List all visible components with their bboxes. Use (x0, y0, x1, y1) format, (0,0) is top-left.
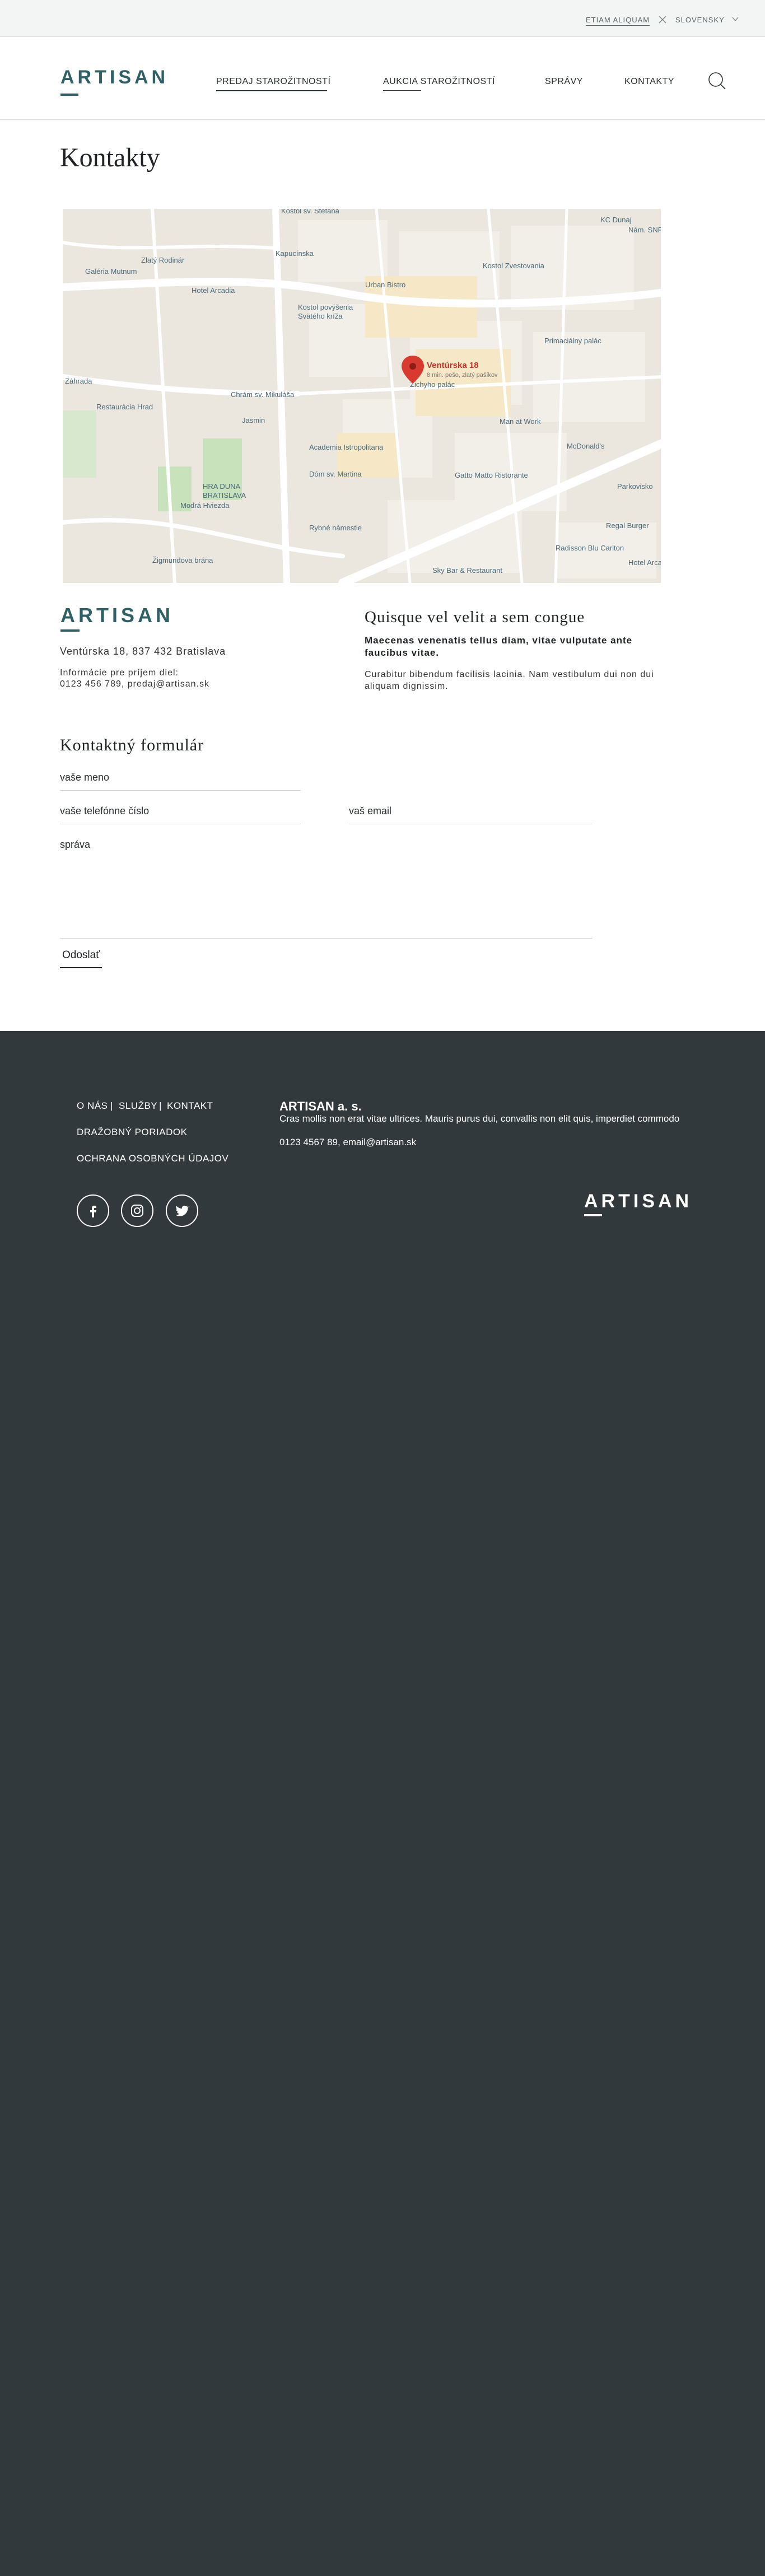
chevron-down-icon[interactable] (731, 15, 739, 23)
footer-link-sluzby[interactable]: SLUŽBY (119, 1100, 157, 1112)
footer-link-o-nas[interactable]: O NÁS (77, 1100, 108, 1112)
svg-text:Chrám sv. Mikuláša: Chrám sv. Mikuláša (231, 390, 295, 399)
svg-text:Svätého kríža: Svätého kríža (298, 312, 343, 320)
svg-text:McDonald's: McDonald's (567, 442, 605, 450)
svg-text:Modrá Hviezda: Modrá Hviezda (180, 501, 230, 510)
footer-link-ochrana-udajov[interactable]: OCHRANA OSOBNÝCH ÚDAJOV (77, 1153, 228, 1164)
footer-separator: | (110, 1100, 113, 1111)
logo[interactable]: ARTISAN (60, 67, 169, 88)
footer-link-kontakt[interactable]: KONTAKT (167, 1100, 213, 1112)
svg-text:BRATISLAVA: BRATISLAVA (203, 491, 246, 500)
svg-text:Hotel Arcadia: Hotel Arcadia (192, 286, 235, 295)
nav-item-predaj[interactable]: PREDAJ STAROŽITNOSTÍ (216, 77, 330, 87)
svg-text:Kostol Zvestovania: Kostol Zvestovania (483, 262, 545, 270)
language-selector[interactable]: SLOVENSKY (675, 16, 725, 24)
nav-active-underline (216, 90, 327, 91)
message-textarea[interactable] (60, 839, 593, 939)
company-contact: 0123 4567 89, email@artisan.sk (279, 1137, 417, 1147)
svg-text:Záhrada: Záhrada (65, 377, 92, 385)
info-contact: 0123 456 789, predaj@artisan.sk (60, 679, 209, 689)
footer (0, 1031, 765, 2576)
top-bar: ETIAM ALIQUAM SLOVENSKY (0, 0, 765, 37)
search-icon[interactable] (707, 71, 727, 91)
company-address: Ventúrska 18, 837 432 Bratislava (60, 646, 226, 657)
logo-underline (60, 94, 78, 96)
submit-button[interactable]: Odoslať (60, 949, 102, 968)
svg-text:Rybné námestie: Rybné námestie (309, 524, 362, 532)
svg-text:Kostol povýšenia: Kostol povýšenia (298, 303, 353, 311)
footer-separator: | (159, 1100, 162, 1111)
instagram-button[interactable] (121, 1194, 153, 1227)
company-description: Cras mollis non erat vitae ultrices. Mau… (279, 1113, 680, 1124)
svg-text:Kapucínska: Kapucínska (276, 249, 314, 258)
svg-text:Jasmin: Jasmin (242, 416, 265, 424)
svg-text:Man at Work: Man at Work (500, 417, 541, 426)
map-pin-label: Ventúrska 18 (427, 361, 479, 370)
page-title: Kontakty (60, 143, 160, 172)
contact-logo-underline (60, 629, 80, 632)
svg-text:KC Dunaj: KC Dunaj (600, 216, 632, 224)
svg-text:HRA DUNA: HRA DUNA (203, 482, 241, 491)
contact-logo: ARTISAN (60, 604, 174, 627)
phone-input[interactable] (60, 805, 301, 824)
nav-item-spravy[interactable]: SPRÁVY (545, 77, 583, 87)
map-pin-sublabel: 8 min. pešo, zlatý pašíkov (427, 372, 498, 379)
nav-item-kontakty[interactable]: KONTAKTY (624, 77, 674, 87)
about-heading: Quisque vel velit a sem congue (365, 608, 585, 626)
svg-text:Academia Istropolitana: Academia Istropolitana (309, 443, 384, 451)
svg-text:Dóm sv. Martina: Dóm sv. Martina (309, 470, 362, 478)
svg-text:Zlatý Rodinár: Zlatý Rodinár (141, 256, 185, 264)
svg-text:Parkovisko: Parkovisko (617, 482, 653, 491)
nav-hover-underline (383, 90, 421, 91)
facebook-icon (90, 1206, 96, 1217)
svg-text:Regal Burger: Regal Burger (606, 521, 649, 530)
svg-text:Hotel Arcadia: Hotel Arcadia (628, 558, 661, 567)
svg-text:Radisson Blu Carlton: Radisson Blu Carlton (556, 544, 624, 552)
facebook-button[interactable] (77, 1194, 109, 1227)
close-icon[interactable] (658, 15, 667, 24)
email-input[interactable] (349, 805, 593, 824)
twitter-button[interactable] (166, 1194, 198, 1227)
svg-text:Kostol sv. Štefana: Kostol sv. Štefana (281, 209, 340, 215)
about-lead: Maecenas venenatis tellus diam, vitae vu… (365, 635, 633, 658)
info-label: Informácie pre príjem diel: (60, 668, 179, 678)
footer-link-drazobny-poriadok[interactable]: DRAŽOBNÝ PORIADOK (77, 1127, 187, 1138)
map[interactable]: Kostol sv. Štefana KC Dunaj Nám. SNP Gal… (63, 209, 661, 583)
svg-text:Nám. SNP: Nám. SNP (628, 226, 661, 234)
instagram-icon (131, 1205, 143, 1217)
svg-text:Žigmundova brána: Žigmundova brána (152, 556, 213, 564)
promo-link[interactable]: ETIAM ALIQUAM (586, 16, 650, 26)
about-body: Curabitur bibendum facilisis lacinia. Na… (365, 670, 654, 691)
svg-text:Galéria Mutnum: Galéria Mutnum (85, 267, 137, 276)
svg-text:Primaciálny palác: Primaciálny palác (544, 337, 601, 345)
form-title: Kontaktný formulár (60, 736, 204, 754)
footer-logo-underline (584, 1214, 602, 1216)
footer-logo[interactable]: ARTISAN (584, 1191, 692, 1212)
svg-text:Urban Bistro: Urban Bistro (365, 281, 405, 289)
svg-text:Zichyho palác: Zichyho palác (410, 380, 455, 389)
twitter-icon (175, 1206, 189, 1216)
map-canvas[interactable]: Kostol sv. Štefana KC Dunaj Nám. SNP Gal… (63, 209, 661, 583)
company-name: ARTISAN a. s. (279, 1099, 362, 1113)
svg-text:Sky Bar & Restaurant: Sky Bar & Restaurant (432, 566, 502, 575)
name-input[interactable] (60, 772, 301, 791)
svg-text:Restaurácia Hrad: Restaurácia Hrad (96, 403, 153, 411)
site-header: ARTISAN PREDAJ STAROŽITNOSTÍ AUKCIA STAR… (0, 38, 765, 120)
nav-item-aukcia[interactable]: AUKCIA STAROŽITNOSTÍ (383, 77, 495, 87)
svg-text:Gatto Matto Ristorante: Gatto Matto Ristorante (455, 471, 528, 479)
